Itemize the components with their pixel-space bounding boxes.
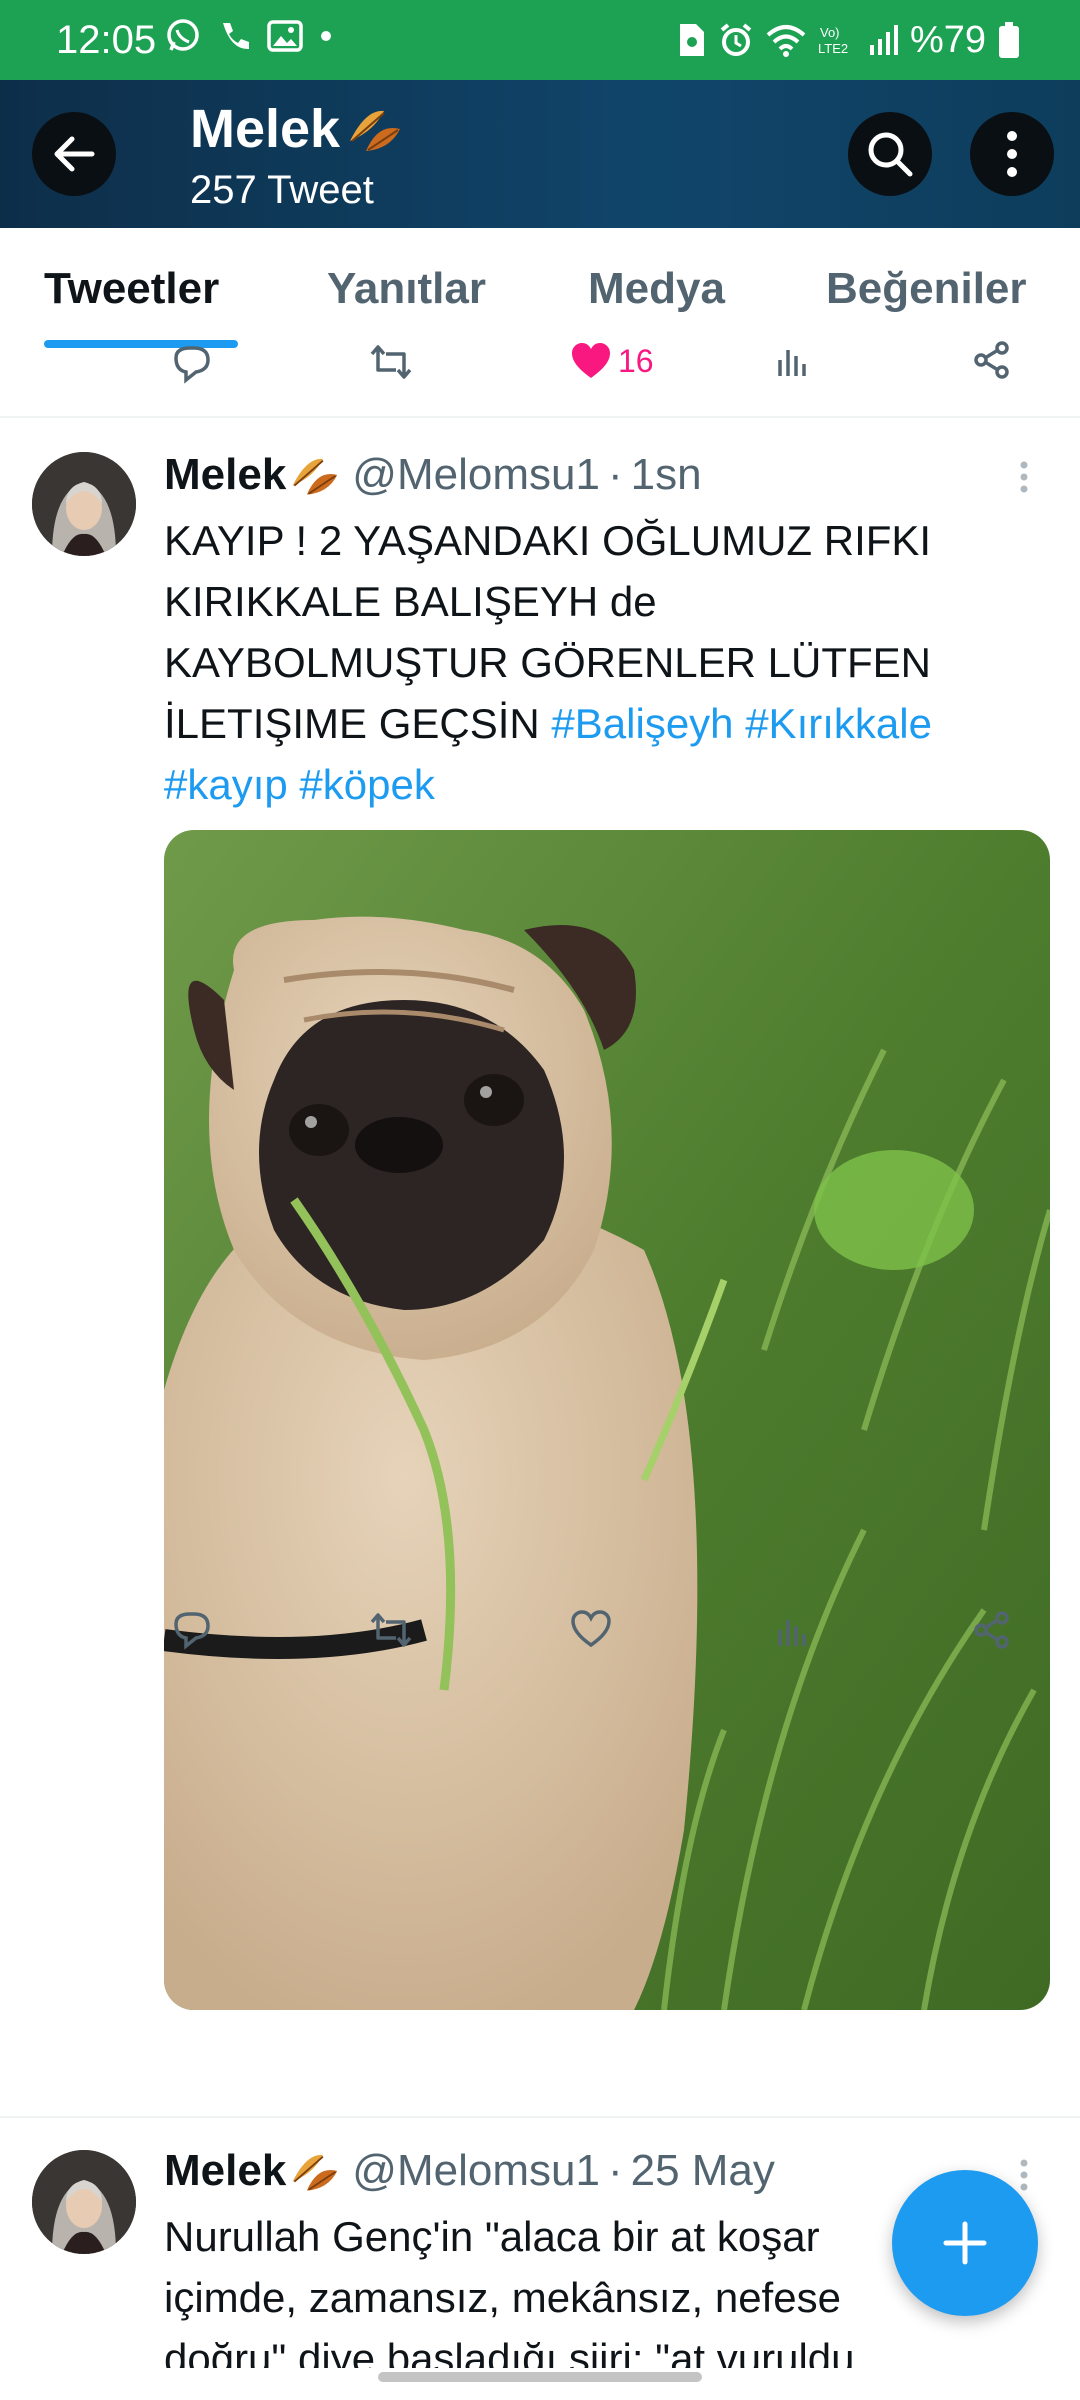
alarm-icon: [720, 23, 752, 56]
tab-medya[interactable]: Medya: [588, 264, 725, 314]
tab-yanitlar[interactable]: Yanıtlar: [327, 264, 486, 314]
views-icon: [778, 350, 806, 376]
share-icon: [974, 1611, 1009, 1649]
more-vertical-icon: [1020, 461, 1028, 493]
avatar[interactable]: [32, 2150, 136, 2254]
status-bar: 12:05 Vo) LTE2 %79: [0, 0, 1080, 80]
share-button[interactable]: [972, 1610, 1012, 1650]
tweet-text-line: KIRIKKALE BALIŞEYH de: [164, 578, 657, 625]
dot-icon: [321, 31, 331, 41]
share-icon: [974, 341, 1009, 379]
reply-button[interactable]: [170, 1610, 212, 1650]
retweet-icon: [370, 345, 412, 379]
tweet-text-line: doğru" diye başladığı şiiri: "at vuruldu: [164, 2335, 855, 2368]
tweet[interactable]: Melek @Melomsu1 · 1sn KAYIP ! 2 YAŞANDAK…: [0, 420, 1080, 2120]
author-handle[interactable]: @Melomsu1: [352, 2146, 600, 2196]
battery-icon: [999, 22, 1019, 58]
sim-icon: [679, 24, 704, 56]
phone-icon: [223, 23, 249, 50]
home-indicator[interactable]: [378, 2372, 702, 2382]
views-button[interactable]: [774, 1610, 814, 1650]
svg-text:Vo): Vo): [820, 25, 840, 40]
hashtag-link[interactable]: #kayıp: [164, 761, 288, 808]
hashtag-link[interactable]: #Kırıkkale: [745, 700, 932, 747]
tweet-text-line: KAYBOLMUŞTUR GÖRENLER LÜTFEN: [164, 639, 932, 686]
tweet-count: 257 Tweet: [190, 168, 374, 212]
tweet-media-image[interactable]: [164, 830, 1050, 2010]
author-name[interactable]: Melek: [164, 450, 286, 500]
heart-icon: [571, 1610, 611, 1648]
avatar-image: [32, 452, 136, 556]
tweet-text-line: KAYIP ! 2 YAŞANDAKI OĞLUMUZ RIFKI: [164, 517, 932, 564]
battery-percent: %79: [909, 19, 986, 61]
reply-icon: [174, 346, 210, 384]
share-button[interactable]: [972, 340, 1012, 380]
gallery-icon: [267, 20, 303, 52]
tweet-menu-button[interactable]: [1018, 2158, 1038, 2198]
author-handle[interactable]: @Melomsu1: [352, 450, 600, 500]
wifi-icon: [766, 25, 806, 57]
tweet-actions: [0, 1610, 1080, 1680]
tweet-time: 1sn: [630, 450, 702, 499]
leaf-icon: [292, 2154, 338, 2191]
like-button[interactable]: 16: [570, 342, 654, 380]
separator: ·: [607, 2146, 623, 2195]
search-icon: [868, 132, 913, 177]
retweet-button[interactable]: [368, 1610, 414, 1650]
hashtag-link[interactable]: #Balişeyh: [551, 700, 733, 747]
tab-tweetler[interactable]: Tweetler: [44, 264, 219, 314]
more-options-button[interactable]: [970, 112, 1054, 196]
tab-begeniler[interactable]: Beğeniler: [826, 264, 1027, 314]
tweet-menu-button[interactable]: [1018, 460, 1038, 500]
retweet-button[interactable]: [368, 342, 414, 382]
retweet-icon: [370, 1613, 412, 1647]
tweet-time: 25 May: [630, 2146, 775, 2195]
avatar[interactable]: [32, 452, 136, 556]
more-vertical-icon: [1020, 2159, 1028, 2191]
author-name[interactable]: Melek: [164, 2146, 286, 2196]
back-button[interactable]: [32, 112, 116, 196]
previous-tweet-actions: 16: [0, 341, 1080, 418]
profile-name: Melek: [190, 98, 404, 160]
svg-text:LTE2: LTE2: [818, 41, 848, 56]
back-arrow-icon: [54, 136, 95, 172]
plus-icon: [943, 2221, 987, 2265]
profile-tabs: Tweetler Yanıtlar Medya Beğeniler: [0, 228, 1080, 352]
whatsapp-icon: [167, 19, 199, 51]
tweet-text: KAYIP ! 2 YAŞANDAKI OĞLUMUZ RIFKI KIRIKK…: [164, 510, 1024, 815]
views-button[interactable]: [774, 340, 814, 380]
views-icon: [778, 1620, 806, 1646]
hashtag-link[interactable]: #köpek: [299, 761, 434, 808]
compose-tweet-button[interactable]: [892, 2170, 1038, 2316]
profile-header: Melek 257 Tweet: [0, 80, 1080, 228]
status-time: 12:05: [56, 18, 157, 62]
avatar-image: [32, 2150, 136, 2254]
leaf-icon: [350, 110, 401, 151]
reply-button[interactable]: [170, 344, 212, 384]
separator: ·: [607, 450, 623, 499]
heart-filled-icon: [572, 343, 610, 378]
tweet-text-line: İLETIŞIME GEÇSİN: [164, 700, 552, 747]
like-button[interactable]: [570, 1610, 612, 1648]
reply-icon: [174, 1612, 210, 1650]
pug-photo: [164, 830, 1050, 2010]
volte-icon: Vo)LTE2: [818, 25, 848, 56]
leaf-icon: [292, 458, 338, 495]
more-vertical-icon: [1007, 131, 1017, 177]
signal-icon: [869, 25, 898, 55]
search-button[interactable]: [848, 112, 932, 196]
like-count: 16: [618, 342, 654, 379]
